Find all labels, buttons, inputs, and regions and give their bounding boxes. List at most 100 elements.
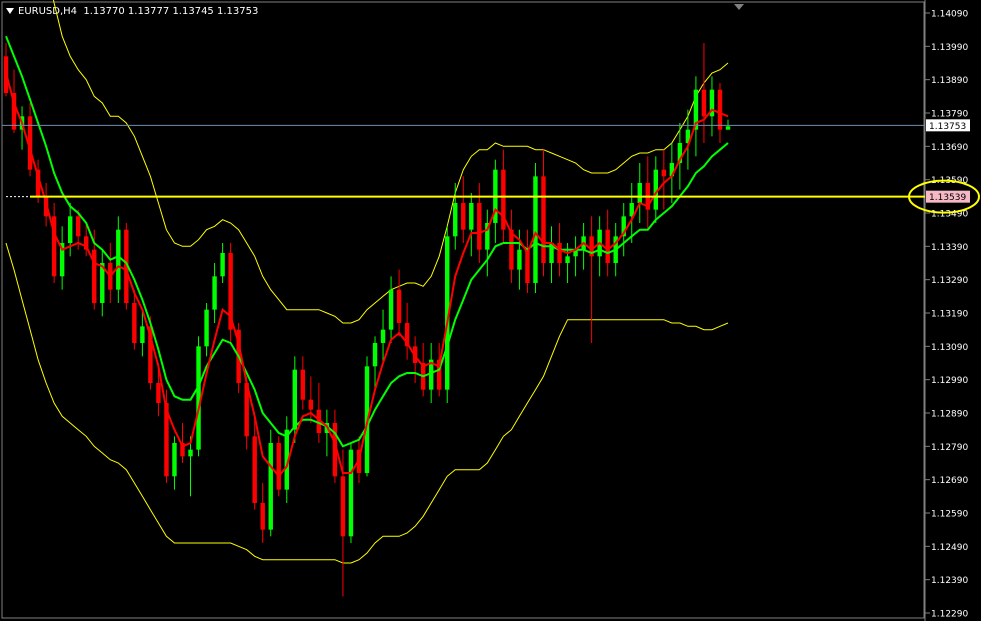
candle (461, 176, 466, 243)
candle (509, 209, 514, 283)
y-tick-label: 1.12590 (931, 510, 968, 520)
candle (404, 303, 410, 360)
candle-body (509, 229, 514, 270)
y-tick-label: 1.13090 (931, 343, 968, 353)
candle-body (140, 326, 145, 343)
candle (172, 436, 177, 490)
candle-body (380, 329, 386, 343)
candle (661, 149, 667, 210)
candle (59, 226, 65, 290)
y-tick-label: 1.12790 (931, 443, 968, 453)
candle (469, 193, 474, 257)
candle (541, 149, 546, 277)
candle (485, 209, 490, 277)
y-tick-label: 1.13990 (931, 43, 968, 53)
candle (252, 416, 257, 510)
candle (100, 249, 105, 317)
candle (549, 226, 554, 283)
candle (453, 183, 458, 250)
y-tick-label: 1.13890 (931, 76, 968, 86)
candle-body (661, 169, 667, 177)
candle (260, 483, 265, 543)
candle (212, 263, 217, 323)
candle (228, 243, 233, 343)
chart-window[interactable]: EURUSD,H4 1.13770 1.13777 1.13745 1.1375… (0, 0, 981, 621)
shift-marker-icon[interactable] (734, 4, 744, 10)
y-tick-label: 1.12990 (931, 376, 968, 386)
candle-body (557, 243, 562, 263)
candle-body (308, 399, 314, 410)
candle-body (348, 449, 354, 537)
candle-body (541, 176, 546, 263)
candle-body (605, 229, 610, 263)
candle-body (396, 289, 402, 323)
candle (605, 209, 610, 277)
y-tick-label: 1.12690 (931, 476, 968, 486)
candle (693, 76, 699, 157)
upper-envelope-line (52, 0, 729, 324)
candle-body (260, 503, 265, 530)
candle-body (204, 309, 209, 347)
candle-body (637, 183, 642, 203)
candle-body (156, 383, 161, 403)
candle (27, 103, 33, 177)
candle-body (717, 89, 723, 130)
candle-body (701, 89, 707, 117)
candle-body (67, 216, 73, 243)
current-price-label: 1.13753 (929, 122, 966, 132)
y-tick-label: 1.12490 (931, 543, 968, 553)
candle-body (268, 443, 273, 530)
candle (300, 356, 306, 410)
candle (525, 229, 530, 293)
candle (477, 183, 482, 263)
candle (132, 289, 137, 350)
candle-body (172, 443, 177, 477)
candle (67, 203, 73, 257)
candle (116, 216, 121, 303)
y-tick-label: 1.13190 (931, 310, 968, 320)
y-tick-label: 1.13790 (931, 110, 968, 120)
candle (220, 243, 225, 283)
y-tick-label: 1.14090 (931, 10, 968, 20)
candle (637, 163, 642, 223)
candle-body (469, 203, 474, 230)
price-chart[interactable]: 1.14090 1.13990 1.13890 1.13790 1.13690 1.135… (0, 0, 981, 621)
candle (493, 159, 498, 243)
candle (581, 223, 586, 270)
candle-body (725, 126, 731, 130)
chart-border (1, 1, 925, 619)
candle-body (565, 256, 570, 263)
candle (380, 309, 386, 363)
y-tick-label: 1.13290 (931, 276, 968, 286)
candle-body (252, 436, 257, 503)
candle-body (517, 249, 522, 270)
candle (388, 276, 394, 343)
candle (533, 163, 538, 293)
candle-body (461, 203, 466, 230)
candle (3, 43, 9, 97)
candle-body (477, 203, 482, 250)
candle-body (300, 369, 306, 400)
candle (701, 43, 707, 143)
candle (204, 303, 209, 357)
candle-body (132, 303, 137, 343)
candle (597, 216, 602, 277)
level-price-label: 1.13539 (929, 193, 966, 203)
candle (348, 443, 354, 543)
candle-body (340, 476, 346, 537)
candle (268, 429, 273, 537)
candle (396, 269, 402, 337)
candle (188, 436, 193, 497)
candle-body (276, 443, 281, 490)
candle (709, 76, 715, 137)
candle (589, 216, 594, 343)
candle (573, 236, 578, 277)
y-tick-label: 1.13390 (931, 243, 968, 253)
candle-body (453, 203, 458, 237)
candle-body (75, 216, 81, 237)
candle-body (388, 289, 394, 330)
candle-body (116, 229, 121, 290)
candle (725, 119, 731, 130)
candle (51, 203, 57, 283)
candle-body (533, 176, 538, 283)
